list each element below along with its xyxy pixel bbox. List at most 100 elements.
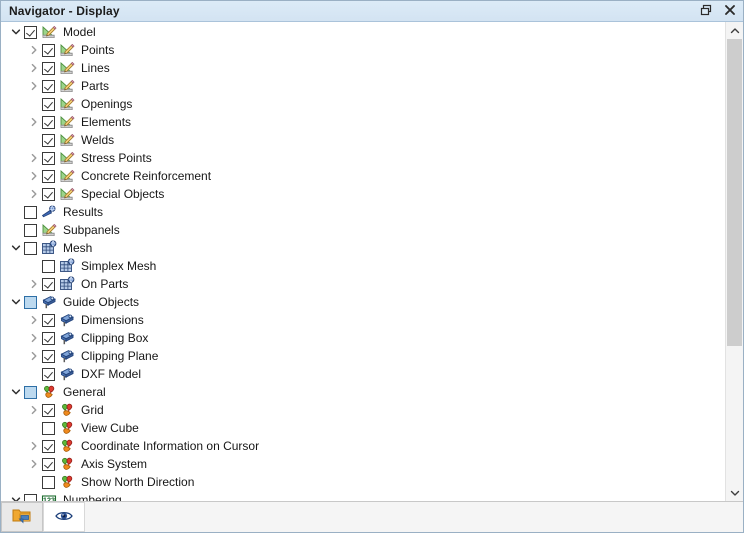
scroll-up-button[interactable] — [726, 22, 743, 39]
visibility-checkbox[interactable] — [24, 295, 37, 309]
visibility-checkbox[interactable] — [42, 349, 55, 363]
close-icon — [724, 4, 736, 19]
model-icon — [59, 150, 75, 166]
chevron-right-icon[interactable] — [25, 311, 42, 329]
scroll-down-button[interactable] — [726, 484, 743, 501]
visibility-checkbox[interactable] — [24, 223, 37, 237]
tree-row[interactable]: Dimensions — [1, 311, 725, 329]
display-tree[interactable]: Model Points Lines Parts Openings Elements Wel… — [1, 22, 725, 501]
tree-row[interactable]: Special Objects — [1, 185, 725, 203]
expander-placeholder — [7, 203, 24, 221]
tree-row[interactable]: Openings — [1, 95, 725, 113]
scrollbar-thumb[interactable] — [727, 39, 742, 347]
visibility-checkbox[interactable] — [42, 97, 55, 111]
chevron-right-icon[interactable] — [25, 437, 42, 455]
general-icon — [59, 456, 75, 472]
tree-row[interactable]: Parts — [1, 77, 725, 95]
visibility-checkbox[interactable] — [42, 439, 55, 453]
guide-icon — [59, 330, 75, 346]
chevron-down-icon[interactable] — [7, 239, 24, 257]
tree-item-label: Guide Objects — [63, 295, 140, 309]
tree-row[interactable]: Results — [1, 203, 725, 221]
visibility-checkbox[interactable] — [42, 457, 55, 471]
visibility-checkbox[interactable] — [42, 475, 55, 489]
chevron-right-icon[interactable] — [25, 113, 42, 131]
tree-row[interactable]: Mesh — [1, 239, 725, 257]
tree-area: Model Points Lines Parts Openings Elements Wel… — [1, 22, 743, 501]
visibility-checkbox[interactable] — [24, 493, 37, 501]
tree-row[interactable]: Clipping Box — [1, 329, 725, 347]
visibility-checkbox[interactable] — [42, 277, 55, 291]
chevron-right-icon[interactable] — [25, 167, 42, 185]
tree-row[interactable]: Simplex Mesh — [1, 257, 725, 275]
expander-placeholder — [25, 365, 42, 383]
tree-row[interactable]: Subpanels — [1, 221, 725, 239]
chevron-right-icon[interactable] — [25, 59, 42, 77]
chevron-right-icon[interactable] — [25, 329, 42, 347]
visibility-checkbox[interactable] — [42, 151, 55, 165]
tree-row[interactable]: Concrete Reinforcement — [1, 167, 725, 185]
visibility-checkbox[interactable] — [42, 133, 55, 147]
vertical-scrollbar[interactable] — [725, 22, 743, 501]
tree-item-label: Clipping Box — [81, 331, 149, 345]
tree-item-label: Grid — [81, 403, 104, 417]
tree-row[interactable]: Axis System — [1, 455, 725, 473]
tree-row[interactable]: On Parts — [1, 275, 725, 293]
chevron-right-icon[interactable] — [25, 41, 42, 59]
tree-item-label: Openings — [81, 97, 133, 111]
tree-row[interactable]: General — [1, 383, 725, 401]
chevron-right-icon[interactable] — [25, 77, 42, 95]
tree-row[interactable]: Show North Direction — [1, 473, 725, 491]
tree-row[interactable]: 123 Numbering — [1, 491, 725, 501]
chevron-right-icon[interactable] — [25, 275, 42, 293]
tree-row[interactable]: Welds — [1, 131, 725, 149]
chevron-right-icon[interactable] — [25, 347, 42, 365]
visibility-checkbox[interactable] — [42, 43, 55, 57]
tree-row[interactable]: View Cube — [1, 419, 725, 437]
visibility-checkbox[interactable] — [42, 313, 55, 327]
visibility-checkbox[interactable] — [24, 241, 37, 255]
chevron-right-icon[interactable] — [25, 455, 42, 473]
mesh-icon — [59, 258, 75, 274]
visibility-checkbox[interactable] — [42, 367, 55, 381]
visibility-checkbox[interactable] — [24, 205, 37, 219]
chevron-right-icon[interactable] — [25, 401, 42, 419]
tree-row[interactable]: Grid — [1, 401, 725, 419]
chevron-down-icon[interactable] — [7, 23, 24, 41]
visibility-checkbox[interactable] — [42, 331, 55, 345]
chevron-right-icon[interactable] — [25, 185, 42, 203]
chevron-down-icon[interactable] — [7, 383, 24, 401]
tree-row[interactable]: DXF Model — [1, 365, 725, 383]
visibility-checkbox[interactable] — [42, 421, 55, 435]
visibility-checkbox[interactable] — [42, 187, 55, 201]
tree-item-label: Coordinate Information on Cursor — [81, 439, 260, 453]
display-properties-button[interactable] — [1, 502, 43, 532]
visibility-button[interactable] — [43, 502, 85, 532]
tree-row[interactable]: Model — [1, 23, 725, 41]
visibility-checkbox[interactable] — [42, 259, 55, 273]
tree-item-label: Points — [81, 43, 115, 57]
tree-row[interactable]: Elements — [1, 113, 725, 131]
visibility-checkbox[interactable] — [42, 115, 55, 129]
tree-row[interactable]: Stress Points — [1, 149, 725, 167]
results-icon — [41, 204, 57, 220]
visibility-checkbox[interactable] — [24, 25, 37, 39]
visibility-checkbox[interactable] — [42, 169, 55, 183]
scrollbar-track[interactable] — [726, 39, 743, 484]
chevron-right-icon[interactable] — [25, 149, 42, 167]
model-icon — [59, 60, 75, 76]
restore-button[interactable] — [695, 2, 717, 21]
visibility-checkbox[interactable] — [42, 403, 55, 417]
tree-row[interactable]: Coordinate Information on Cursor — [1, 437, 725, 455]
tree-row[interactable]: Points — [1, 41, 725, 59]
visibility-checkbox[interactable] — [42, 79, 55, 93]
tree-row[interactable]: Guide Objects — [1, 293, 725, 311]
close-button[interactable] — [719, 2, 741, 21]
chevron-down-icon[interactable] — [7, 491, 24, 501]
visibility-checkbox[interactable] — [42, 61, 55, 75]
tree-row[interactable]: Clipping Plane — [1, 347, 725, 365]
visibility-checkbox[interactable] — [24, 385, 37, 399]
chevron-down-icon[interactable] — [7, 293, 24, 311]
expander-placeholder — [25, 419, 42, 437]
tree-row[interactable]: Lines — [1, 59, 725, 77]
